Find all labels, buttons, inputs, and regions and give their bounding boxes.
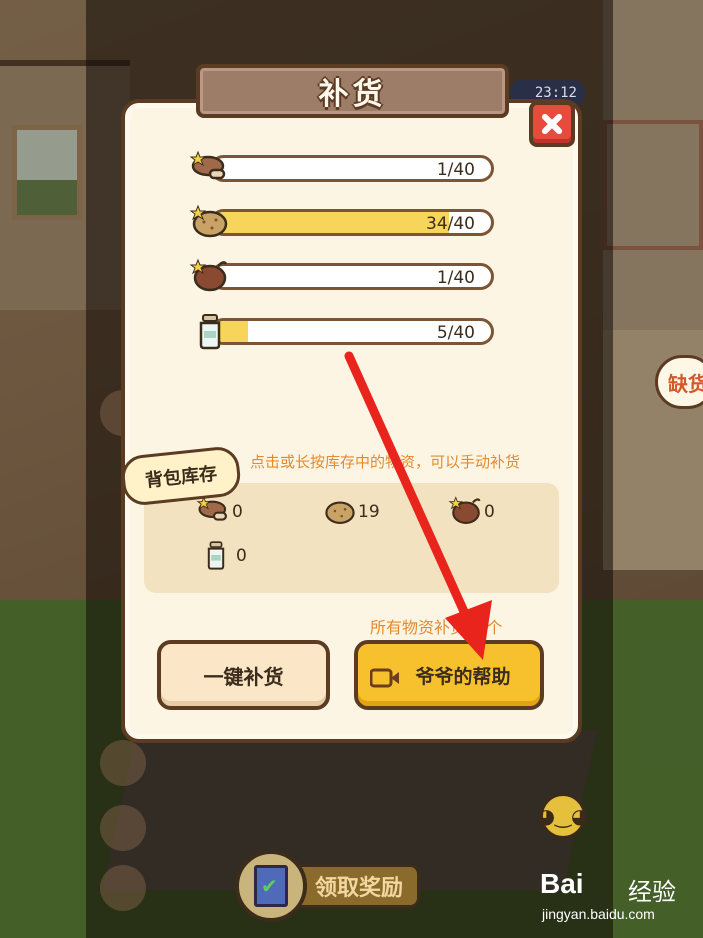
face-icon: ◕‿◕ (537, 804, 589, 828)
backpack-button[interactable] (100, 740, 146, 786)
inventory-item-potato[interactable]: 19 (322, 494, 392, 528)
milk-bottle-icon (199, 314, 221, 350)
emoji-button[interactable]: ◕‿◕ (537, 793, 589, 839)
watermark-url: jingyan.baidu.com (542, 906, 655, 922)
clipboard-icon (235, 850, 307, 922)
grandpa-help-label: 爷爷的帮助 (415, 665, 511, 688)
paw-button[interactable] (100, 865, 146, 911)
progress-bar: 1/40 (210, 263, 494, 290)
house-button[interactable] (100, 805, 146, 851)
progress-bar: 5/40 (210, 318, 494, 345)
claim-reward-button[interactable]: 领取奖励 (235, 850, 420, 922)
watermark-brand: 经验 (628, 879, 676, 906)
progress-text: 34/40 (426, 214, 475, 234)
progress-bar: 34/40 (210, 209, 494, 236)
inventory-count: 19 (358, 502, 380, 522)
sweet-potato-icon (448, 496, 481, 524)
inventory-item-mushroom[interactable]: 0 (196, 494, 256, 528)
close-icon[interactable] (529, 101, 575, 147)
restock-all-hint: 所有物资补货10个 (370, 618, 503, 637)
claim-reward-label: 领取奖励 (290, 864, 420, 908)
baidu-watermark: Bai 经验 jingyan.baidu.com (540, 860, 700, 930)
dim-overlay-left (0, 0, 86, 938)
progress-bar: 1/40 (210, 155, 494, 182)
progress-text: 1/40 (436, 160, 475, 180)
restock-row-potato: 34/40 (190, 202, 495, 242)
video-icon (370, 668, 399, 688)
mushroom-icon (196, 496, 227, 521)
progress-fill (213, 212, 450, 233)
manual-restock-hint: 点击或长按库存中的物资，可以手动补货 (250, 453, 521, 471)
potato-icon (325, 501, 355, 524)
inventory-count: 0 (232, 502, 243, 522)
mushroom-icon (190, 150, 226, 180)
grandpa-help-button[interactable]: 爷爷的帮助 (354, 640, 544, 710)
progress-text: 1/40 (436, 268, 475, 288)
dialog-title: 补货 (196, 64, 509, 118)
restock-row-sweet-potato: 1/40 (190, 256, 495, 296)
inventory-count: 0 (484, 502, 495, 522)
restock-row-mushroom: 1/40 (190, 148, 495, 188)
progress-text: 5/40 (436, 323, 475, 343)
shortage-label: 缺货 (668, 371, 703, 396)
potato-icon (190, 204, 228, 238)
inventory-item-sweet-potato[interactable]: 0 (448, 494, 508, 528)
restock-row-milk: 5/40 (190, 311, 495, 351)
inventory-count: 0 (236, 546, 247, 566)
milk-bottle-icon (207, 541, 225, 570)
one-click-restock-button[interactable]: 一键补货 (157, 640, 330, 710)
watermark-logo: Bai (540, 868, 584, 899)
sweet-potato-icon (190, 258, 228, 292)
dim-overlay-right (613, 0, 703, 938)
shortage-bubble: 缺货 (655, 355, 703, 409)
inventory-item-milk[interactable]: 0 (200, 538, 260, 572)
